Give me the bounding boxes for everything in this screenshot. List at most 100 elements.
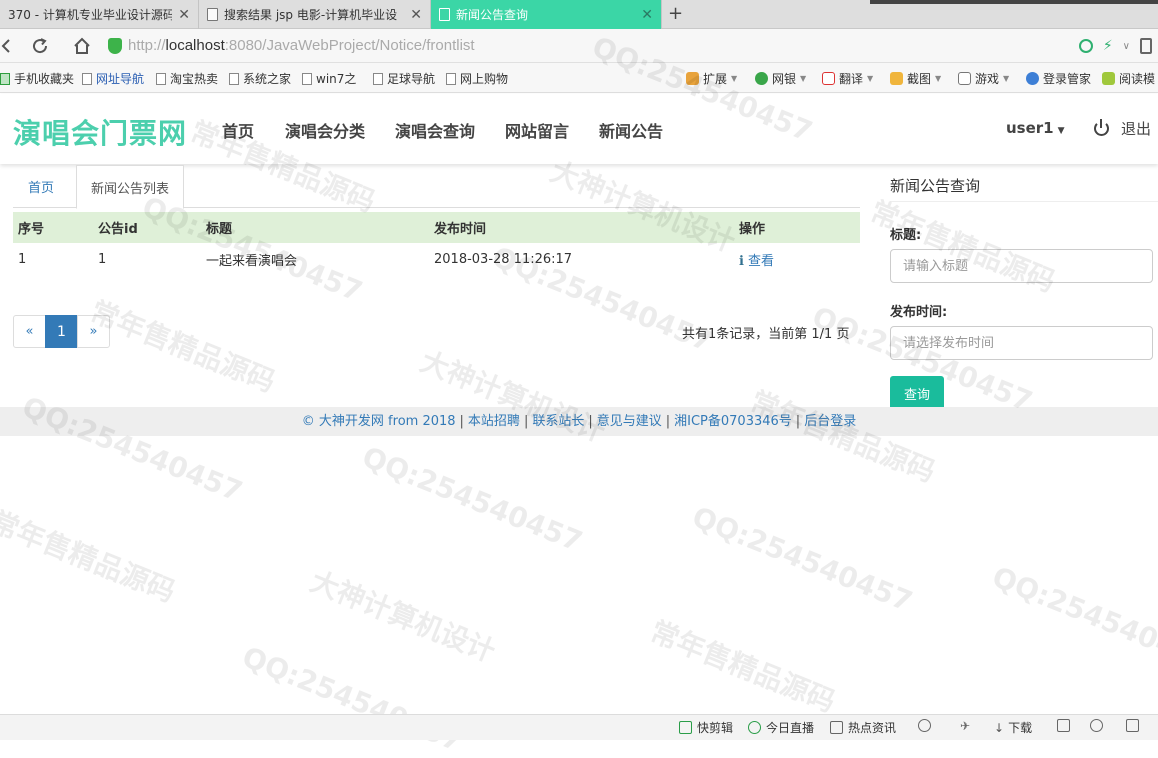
nav-item-home[interactable]: 首页 — [222, 118, 254, 142]
dropdown-arrow-icon[interactable]: ∨ — [1123, 41, 1130, 52]
download-arrow-icon: ↓ — [994, 720, 1005, 735]
extension-label: 网银 — [772, 72, 797, 86]
extension-item[interactable]: 截图 ▼ — [890, 70, 941, 87]
cell-action: ℹ 查看 — [734, 243, 860, 275]
logout-button[interactable]: 退出 — [1094, 118, 1151, 139]
column-header: 公告id — [93, 212, 201, 243]
extension-label: 扩展 — [703, 72, 728, 86]
bookmark-item[interactable]: 足球导航 — [373, 70, 435, 87]
bookmark-item[interactable]: win7之 — [302, 70, 356, 87]
bookmark-item[interactable]: 淘宝热卖 — [156, 70, 218, 87]
close-icon[interactable]: ✕ — [641, 7, 653, 23]
bookmark-item[interactable]: 手机收藏夹 — [0, 70, 74, 87]
status-item[interactable]: ✈ — [960, 719, 970, 733]
bookmark-item[interactable]: 系统之家 — [229, 70, 291, 87]
view-link[interactable]: ℹ 查看 — [739, 254, 774, 269]
watermark-text: 大神计算机设计 — [305, 564, 500, 669]
extension-label: 截图 — [907, 72, 932, 86]
browser-tab[interactable]: 搜索结果 jsp 电影-计算机毕业设 ✕ — [199, 0, 431, 29]
query-button[interactable]: 查询 — [890, 376, 944, 410]
browser-tab-title: 370 - 计算机专业毕业设计源码 — [8, 8, 173, 22]
breadcrumb-home[interactable]: 首页 — [14, 165, 68, 208]
extension-item[interactable]: 扩展 ▼ — [686, 70, 737, 87]
notice-search-panel: 新闻公告查询 标题: 发布时间: 查询 — [890, 165, 1158, 410]
speed-icon[interactable] — [1078, 39, 1093, 53]
home-icon[interactable] — [66, 30, 98, 62]
status-item[interactable] — [918, 719, 936, 732]
status-item[interactable]: 热点资讯 — [830, 719, 896, 736]
news-icon — [830, 721, 843, 734]
footer-link-jobs[interactable]: 本站招聘 — [468, 414, 520, 429]
back-arrow-icon[interactable] — [0, 30, 12, 62]
close-icon[interactable]: ✕ — [410, 7, 422, 23]
status-item[interactable]: ↓ 下载 — [994, 719, 1032, 736]
footer-link-contact[interactable]: 联系站长 — [532, 414, 584, 429]
lightning-icon[interactable]: ⚡ — [1103, 38, 1113, 54]
page-icon — [439, 8, 450, 21]
address-bar: http://localhost:8080/JavaWebProject/Not… — [0, 29, 1158, 63]
site-logo[interactable]: 演唱会门票网 — [13, 112, 187, 152]
extension-item[interactable]: 登录管家 — [1026, 70, 1091, 87]
status-item[interactable] — [1126, 719, 1144, 732]
bookmark-label: win7之 — [316, 72, 357, 86]
watermark-text: QQ:254540457 — [357, 440, 588, 559]
url-host: localhost — [165, 37, 225, 54]
caret-down-icon: ▼ — [731, 74, 738, 83]
bookmarks-bar: 手机收藏夹 网址导航 淘宝热卖 系统之家 win7之 足球导航 网上购物 扩展 ▼… — [0, 63, 1158, 93]
security-shield-icon[interactable] — [108, 37, 122, 54]
status-item[interactable]: 快剪辑 — [679, 719, 733, 736]
status-item[interactable]: 今日直播 — [748, 719, 814, 736]
extension-item[interactable]: 游戏 ▼ — [958, 70, 1009, 87]
view-label: 查看 — [747, 253, 774, 269]
pin-icon: ✈ — [960, 719, 971, 733]
user-menu[interactable]: user1 ▼ — [1006, 119, 1065, 137]
power-icon — [1094, 119, 1109, 136]
footer-link-feedback[interactable]: 意见与建议 — [597, 414, 662, 429]
watermark-text: QQ:254540457 — [687, 500, 918, 619]
caret-down-icon: ▼ — [800, 74, 807, 83]
nav-item-concert-search[interactable]: 演唱会查询 — [395, 118, 475, 142]
address-bar-tools: ⚡ ∨ — [1078, 29, 1158, 63]
extension-item[interactable]: 网银 ▼ — [755, 70, 806, 87]
game-icon — [958, 72, 971, 85]
nav-item-category[interactable]: 演唱会分类 — [285, 118, 365, 142]
status-label: 今日直播 — [766, 721, 815, 735]
browser-tab-title: 新闻公告查询 — [456, 8, 529, 22]
browser-tab-bar: 370 - 计算机专业毕业设计源码 ✕ 搜索结果 jsp 电影-计算机毕业设 ✕… — [0, 0, 1158, 29]
nav-item-notice[interactable]: 新闻公告 — [599, 118, 663, 142]
extension-item[interactable]: 阅读模 — [1102, 70, 1155, 87]
window-icon — [1126, 719, 1139, 732]
close-icon[interactable]: ✕ — [178, 7, 190, 23]
page-number-button[interactable]: 1 — [45, 315, 78, 348]
separator: | — [523, 414, 529, 429]
bookmark-item[interactable]: 网上购物 — [446, 70, 508, 87]
status-item[interactable] — [1057, 719, 1075, 732]
table-row: 1 1 一起来看演唱会 2018-03-28 11:26:17 ℹ 查看 — [13, 243, 860, 275]
cell-index: 1 — [18, 251, 27, 267]
separator: | — [459, 414, 464, 429]
next-page-button[interactable]: » — [77, 315, 110, 348]
bookmark-label: 网上购物 — [460, 72, 509, 86]
prev-page-button[interactable]: « — [13, 315, 46, 348]
nav-item-message[interactable]: 网站留言 — [505, 118, 569, 142]
breadcrumb-current[interactable]: 新闻公告列表 — [76, 165, 185, 209]
footer-link-icp[interactable]: 湘ICP备0703346号 — [674, 414, 792, 429]
record-summary: 共有1条记录，当前第 1/1 页 — [682, 327, 850, 342]
browser-tab[interactable]: 370 - 计算机专业毕业设计源码 ✕ — [0, 0, 199, 29]
cell-id: 1 — [98, 251, 107, 267]
new-tab-button[interactable]: + — [668, 3, 683, 24]
url-field[interactable]: http://localhost:8080/JavaWebProject/Not… — [128, 37, 475, 54]
cell-title: 一起来看演唱会 — [206, 253, 298, 269]
copyright-text: © 大神开发网 from 2018 — [301, 414, 456, 429]
extension-item[interactable]: 翻译 ▼ — [822, 70, 873, 87]
bookmark-item[interactable]: 网址导航 — [82, 70, 144, 87]
browser-tab-active[interactable]: 新闻公告查询 ✕ — [431, 0, 662, 29]
page-icon — [302, 72, 312, 85]
sidebar-toggle-icon[interactable] — [1140, 38, 1152, 54]
refresh-icon[interactable] — [24, 30, 56, 62]
publish-time-input[interactable] — [890, 326, 1153, 360]
status-item[interactable] — [1090, 719, 1108, 732]
title-input[interactable] — [890, 249, 1153, 283]
page-icon — [207, 8, 218, 21]
footer-link-admin-login[interactable]: 后台登录 — [804, 414, 856, 429]
